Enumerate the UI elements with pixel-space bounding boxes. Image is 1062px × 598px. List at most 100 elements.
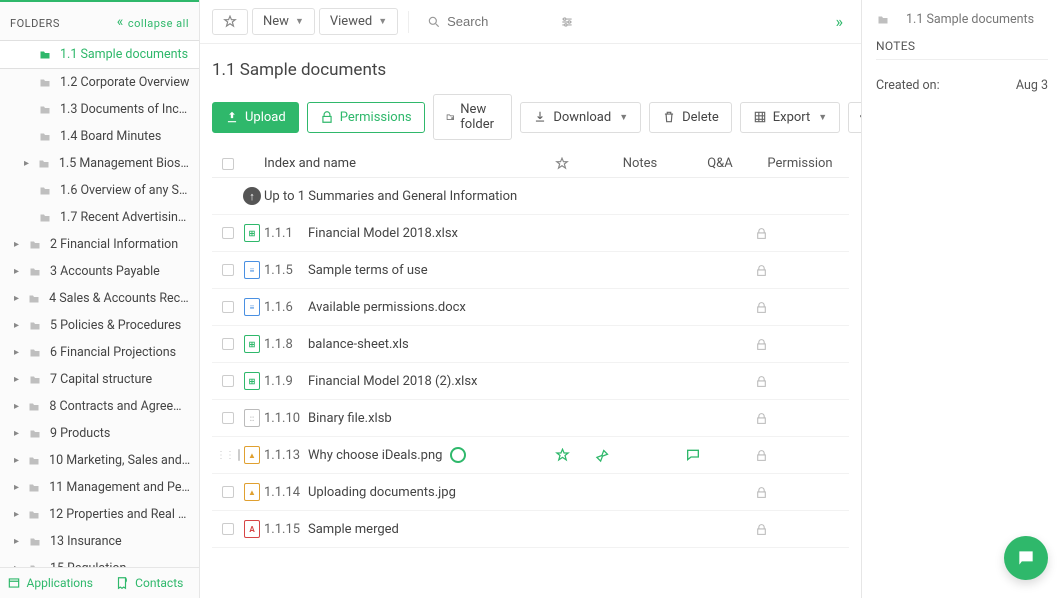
row-checkbox[interactable] <box>222 301 234 313</box>
file-row[interactable]: ⋮⋮▲1.1.13Why choose iDeals.png <box>212 437 849 474</box>
star-icon[interactable] <box>555 157 569 171</box>
row-checkbox[interactable] <box>222 375 234 387</box>
file-name: Binary file.xlsb <box>308 411 392 426</box>
row-checkbox[interactable] <box>222 264 234 276</box>
lock-icon[interactable] <box>755 227 768 240</box>
col-notes[interactable]: Notes <box>595 156 685 171</box>
folder-item[interactable]: ▸6 Financial Projections <box>0 339 199 366</box>
file-row[interactable]: ≡1.1.5Sample terms of use <box>212 252 849 289</box>
file-row[interactable]: ▲1.1.14Uploading documents.jpg <box>212 474 849 511</box>
folder-item[interactable]: ▸2 Financial Information <box>0 231 199 258</box>
row-checkbox[interactable] <box>222 523 234 535</box>
summary-label: Up to 1 Summaries and General Informatio… <box>264 189 517 204</box>
folder-item[interactable]: ▸3 Accounts Payable <box>0 258 199 285</box>
row-checkbox[interactable] <box>222 338 234 350</box>
lock-icon[interactable] <box>755 486 768 499</box>
star-filter-button[interactable] <box>212 9 248 35</box>
folder-item[interactable]: 1.3 Documents of Incorp... <box>0 96 199 123</box>
folder-item[interactable]: ▸9 Products <box>0 420 199 447</box>
lock-icon[interactable] <box>755 523 768 536</box>
folder-icon <box>38 131 52 143</box>
folder-item[interactable]: ▸7 Capital structure <box>0 366 199 393</box>
drag-handle-icon[interactable]: ⋮⋮ <box>216 450 238 461</box>
viewed-dropdown[interactable]: Viewed ▼ <box>319 8 398 35</box>
chevron-right-icon: ▸ <box>14 293 23 304</box>
folder-item[interactable]: 1.4 Board Minutes <box>0 123 199 150</box>
applications-icon <box>7 576 21 590</box>
folder-label: 1.3 Documents of Incorp... <box>60 102 191 117</box>
folders-heading: FOLDERS <box>10 17 60 30</box>
chat-bubble-icon[interactable] <box>685 447 701 463</box>
search-input[interactable] <box>447 14 537 29</box>
folder-label: 12 Properties and Real Est... <box>49 507 191 522</box>
new-folder-icon <box>446 110 455 124</box>
folder-icon <box>38 185 52 197</box>
folder-label: 11 Management and Pers... <box>49 480 191 495</box>
folder-tree[interactable]: 1.1 Sample documents 1.2 Corporate Overvi… <box>0 40 199 567</box>
file-name: Sample merged <box>308 522 399 537</box>
delete-button[interactable]: Delete <box>649 102 732 133</box>
page-title: 1.1 Sample documents <box>212 60 849 80</box>
file-row[interactable]: ⊞1.1.9Financial Model 2018 (2).xlsx <box>212 363 849 400</box>
row-checkbox[interactable] <box>222 412 234 424</box>
row-checkbox[interactable] <box>222 486 234 498</box>
folder-item[interactable]: ▸8 Contracts and Agreeme... <box>0 393 199 420</box>
folder-item[interactable]: ▸11 Management and Pers... <box>0 474 199 501</box>
folder-item[interactable]: 1.2 Corporate Overview <box>0 69 199 96</box>
star-icon[interactable] <box>555 448 570 463</box>
chat-fab[interactable] <box>1004 536 1048 580</box>
new-folder-button[interactable]: New folder <box>433 94 513 140</box>
applications-button[interactable]: Applications <box>0 568 100 598</box>
file-type-icon: ▲ <box>244 483 260 501</box>
contacts-icon <box>115 576 129 590</box>
col-index-name[interactable]: Index and name <box>264 156 356 171</box>
folder-item[interactable]: ▸10 Marketing, Sales and Di... <box>0 447 199 474</box>
folder-item[interactable]: ▸1.5 Management Bios an... <box>0 150 199 177</box>
chevron-right-icon: ▸ <box>14 347 24 358</box>
file-row[interactable]: A1.1.15Sample merged <box>212 511 849 548</box>
new-dropdown[interactable]: New ▼ <box>252 8 315 35</box>
lock-icon[interactable] <box>755 375 768 388</box>
permissions-button[interactable]: Permissions <box>307 102 425 133</box>
file-row[interactable]: ≡1.1.6Available permissions.docx <box>212 289 849 326</box>
folder-icon <box>27 455 41 467</box>
file-row[interactable]: ::1.1.10Binary file.xlsb <box>212 400 849 437</box>
folder-item[interactable]: ▸12 Properties and Real Est... <box>0 501 199 528</box>
folder-label: 1.1 Sample documents <box>60 47 188 62</box>
export-button[interactable]: Export ▼ <box>740 102 840 133</box>
folder-label: 1.2 Corporate Overview <box>60 75 189 90</box>
filter-settings-button[interactable] <box>549 9 585 35</box>
select-all-checkbox[interactable] <box>222 158 234 170</box>
row-checkbox[interactable] <box>222 227 234 239</box>
folder-label: 2 Financial Information <box>50 237 178 252</box>
collapse-all-button[interactable]: « collapse all <box>117 14 189 32</box>
file-row[interactable]: ⊞1.1.8balance-sheet.xls <box>212 326 849 363</box>
folder-item[interactable]: ▸5 Policies & Procedures <box>0 312 199 339</box>
lock-icon[interactable] <box>755 449 768 462</box>
summary-row[interactable]: ↑ Up to 1 Summaries and General Informat… <box>212 178 849 215</box>
folder-item[interactable]: ▸15 Regulation <box>0 555 199 567</box>
folder-item[interactable]: ▸13 Insurance <box>0 528 199 555</box>
file-type-icon: ⊞ <box>244 335 260 353</box>
contacts-button[interactable]: Contacts <box>100 568 200 598</box>
upload-button[interactable]: Upload <box>212 102 299 133</box>
folder-item[interactable]: ▸4 Sales & Accounts Receiv... <box>0 285 199 312</box>
lock-icon[interactable] <box>755 301 768 314</box>
lock-icon[interactable] <box>755 264 768 277</box>
col-permission[interactable]: Permission <box>755 156 845 171</box>
lock-icon[interactable] <box>755 412 768 425</box>
folder-item[interactable]: 1.7 Recent Advertising o... <box>0 204 199 231</box>
col-qa[interactable]: Q&A <box>685 156 755 171</box>
folder-item[interactable]: 1.1 Sample documents <box>0 40 199 69</box>
more-actions-button[interactable]: ••• <box>848 102 861 133</box>
expand-right-button[interactable]: » <box>830 8 850 35</box>
download-button[interactable]: Download ▼ <box>520 102 641 133</box>
trash-icon <box>662 110 676 124</box>
search-box[interactable] <box>419 10 545 33</box>
file-row[interactable]: ⊞1.1.1Financial Model 2018.xlsx <box>212 215 849 252</box>
lock-icon[interactable] <box>755 338 768 351</box>
folder-label: 1.7 Recent Advertising o... <box>60 210 191 225</box>
notes-heading: NOTES <box>876 39 1048 60</box>
pin-icon[interactable] <box>595 448 610 463</box>
folder-item[interactable]: 1.6 Overview of any Sub... <box>0 177 199 204</box>
